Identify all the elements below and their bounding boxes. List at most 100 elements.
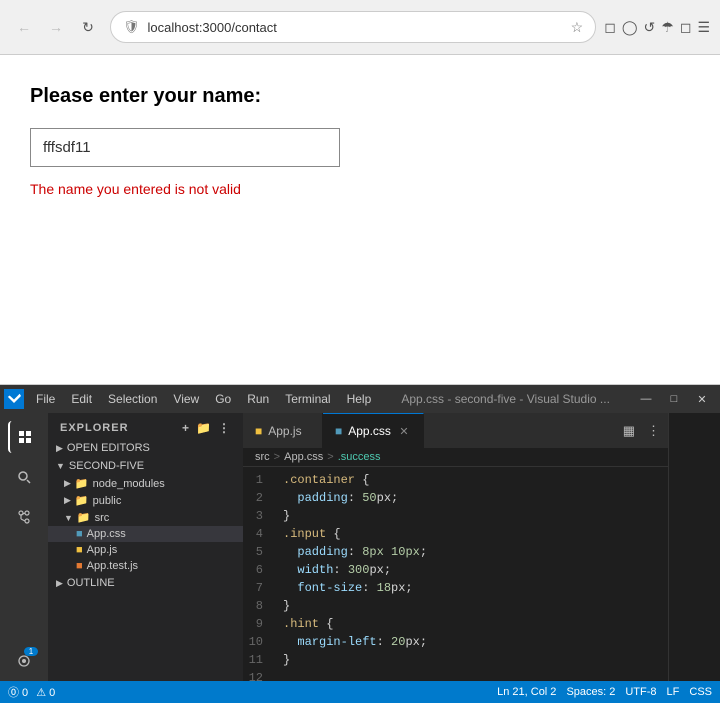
node-modules-label: node_modules	[93, 478, 165, 490]
activity-search[interactable]	[8, 461, 40, 493]
code-line-12: margin-left: 20px;	[283, 633, 660, 651]
status-right: Ln 21, Col 2 Spaces: 2 UTF-8 LF CSS	[497, 686, 712, 698]
status-warnings[interactable]: ⚠ 0	[36, 686, 55, 699]
open-editors-label: OPEN EDITORS	[67, 442, 150, 454]
menu-edit[interactable]: Edit	[63, 388, 100, 410]
open-editors-chevron: ▶	[56, 443, 63, 454]
sync-icon[interactable]: ↺	[644, 19, 656, 36]
minimize-button[interactable]: —	[632, 385, 660, 413]
tree-node-modules[interactable]: ▶ 📁 node_modules	[48, 475, 243, 492]
split-editor-icon[interactable]: ▦	[619, 421, 639, 441]
more-tabs-icon[interactable]: ⋮	[643, 421, 664, 441]
app-test-js-icon: ■	[76, 560, 83, 572]
breadcrumb-app-css[interactable]: App.css	[284, 451, 323, 463]
tab-app-js-icon: ■	[255, 424, 262, 438]
vscode-logo	[4, 389, 24, 409]
maximize-button[interactable]: □	[660, 385, 688, 413]
nav-buttons: ← → ↻	[10, 13, 102, 41]
menu-run[interactable]: Run	[239, 388, 277, 410]
activity-git[interactable]	[8, 501, 40, 533]
breadcrumb-success[interactable]: .success	[338, 451, 381, 463]
status-language[interactable]: CSS	[689, 686, 712, 698]
error-message: The name you entered is not valid	[30, 181, 690, 197]
status-spaces[interactable]: Spaces: 2	[566, 686, 615, 698]
project-items: ▶ 📁 node_modules ▶ 📁 public ▼ 📁 src	[48, 475, 243, 574]
menu-go[interactable]: Go	[207, 388, 239, 410]
tree-app-js[interactable]: ■ App.js	[48, 542, 243, 558]
address-icons: ☆	[571, 19, 584, 36]
outline-header[interactable]: ▶ OUTLINE	[48, 574, 243, 592]
breadcrumb-src[interactable]: src	[255, 451, 270, 463]
open-editors-header[interactable]: ▶ OPEN EDITORS	[48, 439, 243, 457]
vscode-menubar: File Edit Selection View Go Run Terminal…	[0, 385, 720, 413]
code-editor[interactable]: 1234 5678 910111213 .container { padding…	[243, 467, 668, 681]
menu-terminal[interactable]: Terminal	[277, 388, 338, 410]
menu-icon[interactable]: ☰	[697, 19, 710, 36]
tree-app-css[interactable]: ■ App.css	[48, 526, 243, 542]
project-label: SECOND-FIVE	[69, 460, 144, 472]
status-cursor[interactable]: Ln 21, Col 2	[497, 686, 556, 698]
window-controls: — □ ✕	[632, 385, 716, 413]
code-line-9: }	[283, 597, 660, 615]
src-chevron: ▼	[64, 513, 73, 523]
menu-view[interactable]: View	[165, 388, 207, 410]
sidebar-header: EXPLORER + 📁 ⋮	[48, 413, 243, 439]
menu-file[interactable]: File	[28, 388, 63, 410]
back-button[interactable]: ←	[10, 13, 38, 41]
activity-explorer[interactable]	[8, 421, 40, 453]
browser-chrome: ← → ↻ 🛡 localhost:3000/contact ☆ ◻ ◯ ↺ ☂…	[0, 0, 720, 55]
breadcrumb: src > App.css > .success	[243, 448, 668, 467]
close-button[interactable]: ✕	[688, 385, 716, 413]
tab-app-js[interactable]: ■ App.js	[243, 413, 323, 448]
menu-help[interactable]: Help	[339, 388, 380, 410]
collapse-icon[interactable]: ⋮	[218, 421, 231, 435]
new-file-icon[interactable]: +	[182, 421, 190, 435]
tab-app-js-label: App.js	[268, 424, 301, 438]
src-label: src	[95, 512, 110, 524]
status-bar: ⓪ 0 ⚠ 0 Ln 21, Col 2 Spaces: 2 UTF-8 LF …	[0, 681, 720, 703]
breadcrumb-sep1: >	[274, 451, 280, 463]
public-label: public	[93, 495, 122, 507]
shield2-icon[interactable]: ☂	[661, 19, 674, 36]
reload-button[interactable]: ↻	[74, 13, 102, 41]
status-errors[interactable]: ⓪ 0	[8, 684, 28, 700]
address-bar[interactable]: 🛡 localhost:3000/contact ☆	[110, 11, 596, 43]
app-js-icon: ■	[76, 544, 83, 556]
ext-icon[interactable]: ◻	[680, 19, 692, 36]
tree-public[interactable]: ▶ 📁 public	[48, 492, 243, 509]
menu-selection[interactable]: Selection	[100, 388, 165, 410]
vscode-main-area: 1 EXPLORER + 📁 ⋮ ▶ OPEN EDITORS	[0, 413, 720, 681]
code-content[interactable]: .container { padding: 50px; } .input { p…	[275, 467, 668, 681]
app-css-label: App.css	[87, 528, 126, 540]
src-folder-icon: 📁	[77, 511, 91, 524]
activity-extensions[interactable]: 1	[8, 645, 40, 677]
code-line-11: .hint {	[283, 615, 660, 633]
tree-src[interactable]: ▼ 📁 src	[48, 509, 243, 526]
tab-app-css-close[interactable]: ✕	[397, 424, 411, 438]
status-eol[interactable]: LF	[667, 686, 680, 698]
app-css-icon: ■	[76, 528, 83, 540]
star-icon[interactable]: ☆	[571, 19, 584, 36]
vscode-logo-icon	[7, 392, 21, 406]
code-line-1: .container {	[283, 471, 660, 489]
pocket-icon[interactable]: ◻	[604, 19, 616, 36]
project-header[interactable]: ▼ SECOND-FIVE	[48, 457, 243, 475]
shield-icon: 🛡	[123, 19, 140, 35]
vscode-window-title: App.css - second-five - Visual Studio ..…	[379, 392, 632, 406]
tab-app-css-label: App.css	[348, 424, 391, 438]
tree-app-test-js[interactable]: ■ App.test.js	[48, 558, 243, 574]
name-input[interactable]	[30, 128, 340, 167]
code-lines: 1234 5678 910111213 .container { padding…	[243, 467, 668, 681]
web-page: Please enter your name: The name you ent…	[0, 55, 720, 385]
sidebar: EXPLORER + 📁 ⋮ ▶ OPEN EDITORS ▼ SECOND-F…	[48, 413, 243, 681]
breadcrumb-sep2: >	[327, 451, 333, 463]
project-section: ▼ SECOND-FIVE ▶ 📁 node_modules ▶ 📁 publi…	[48, 457, 243, 574]
profile-icon[interactable]: ◯	[622, 19, 638, 36]
tab-app-css[interactable]: ■ App.css ✕	[323, 413, 424, 448]
forward-button[interactable]: →	[42, 13, 70, 41]
status-encoding[interactable]: UTF-8	[625, 686, 656, 698]
explorer-label: EXPLORER	[60, 422, 129, 434]
outline-label: OUTLINE	[67, 577, 115, 589]
app-js-label: App.js	[87, 544, 118, 556]
new-folder-icon[interactable]: 📁	[196, 421, 212, 435]
